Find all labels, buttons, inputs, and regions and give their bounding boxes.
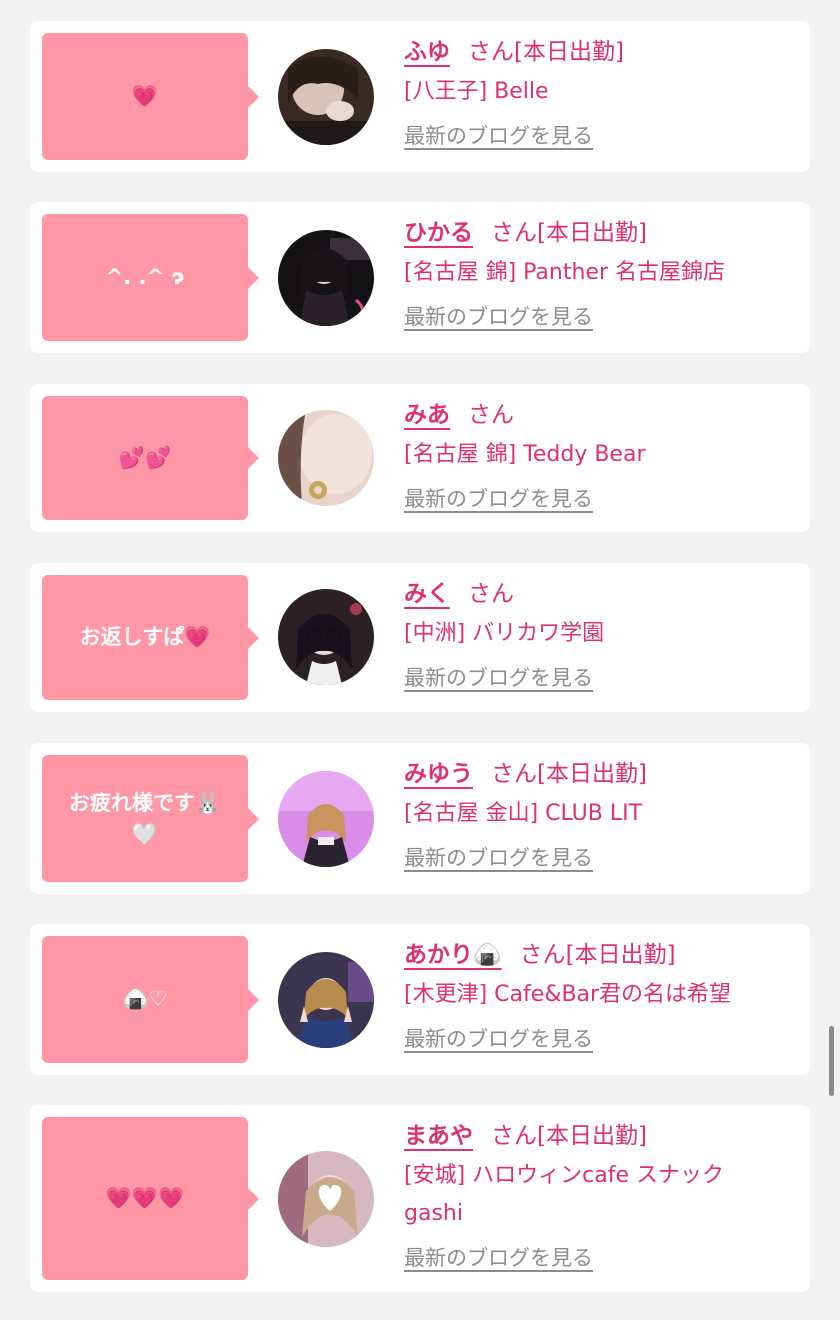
user-name-link[interactable]: あかり🍙 <box>404 942 502 968</box>
message-bubble: お返しすぱ💗 <box>42 575 259 700</box>
latest-blog-link[interactable]: 最新のブログを見る <box>404 298 593 336</box>
name-line: みあ さん <box>404 396 792 434</box>
profile-photo-icon <box>278 230 374 326</box>
list-item: お疲れ様です🐰 🤍 みゆう さん[本日出勤] [名古屋 金山] CLUB LIT … <box>30 743 810 894</box>
name-line: みゆう さん[本日出勤] <box>404 755 792 793</box>
avatar[interactable] <box>278 410 374 506</box>
user-name-link[interactable]: みあ <box>404 402 450 428</box>
blog-user-list: 💗 ふゆ さん[本日出勤] [八王子] Belle 最新のブログを見る ^. .^… <box>0 0 840 1320</box>
list-item: 💗 ふゆ さん[本日出勤] [八王子] Belle 最新のブログを見る <box>30 21 810 172</box>
profile-photo-icon <box>278 771 374 867</box>
user-name-link[interactable]: ふゆ <box>404 39 450 65</box>
message-bubble: 🍙♡ <box>42 936 259 1063</box>
shop-label: [八王子] Belle <box>404 79 549 104</box>
user-suffix: さん <box>468 581 514 607</box>
user-info: みあ さん [名古屋 錦] Teddy Bear 最新のブログを見る <box>404 396 792 518</box>
name-line: ふゆ さん[本日出勤] <box>404 33 792 71</box>
avatar[interactable] <box>278 1151 374 1247</box>
list-item: 💕💕 みあ さん [名古屋 錦] Teddy Bear 最新のブログを見る <box>30 384 810 532</box>
user-name-link[interactable]: まあや <box>404 1123 473 1149</box>
profile-photo-icon <box>278 589 374 685</box>
name-line: まあや さん[本日出勤] <box>404 1117 792 1155</box>
shop-label: [木更津] Cafe&Bar君の名は希望 <box>404 982 732 1007</box>
avatar[interactable] <box>278 589 374 685</box>
list-item: 💗💗💗 まあや さん[本日出勤] [安城] ハロウィンcafe スナックgashi… <box>30 1105 810 1292</box>
user-info: ひかる さん[本日出勤] [名古屋 錦] Panther 名古屋錦店 最新のブログ… <box>404 214 792 336</box>
latest-blog-link[interactable]: 最新のブログを見る <box>404 1239 593 1277</box>
profile-photo-icon <box>278 952 374 1048</box>
name-line: あかり🍙 さん[本日出勤] <box>404 936 792 974</box>
avatar[interactable] <box>278 771 374 867</box>
shop-label: [名古屋 錦] Panther 名古屋錦店 <box>404 260 725 285</box>
latest-blog-link[interactable]: 最新のブログを見る <box>404 117 593 155</box>
profile-photo-icon <box>278 410 374 506</box>
user-suffix: さん[本日出勤] <box>491 1123 647 1149</box>
avatar[interactable] <box>278 49 374 145</box>
user-info: あかり🍙 さん[本日出勤] [木更津] Cafe&Bar君の名は希望 最新のブログ… <box>404 936 792 1058</box>
user-info: まあや さん[本日出勤] [安城] ハロウィンcafe スナックgashi 最新の… <box>404 1117 792 1277</box>
user-name-link[interactable]: みゆう <box>404 761 473 787</box>
latest-blog-link[interactable]: 最新のブログを見る <box>404 839 593 877</box>
name-line: ひかる さん[本日出勤] <box>404 214 792 252</box>
user-suffix: さん[本日出勤] <box>519 942 676 968</box>
message-bubble: 💕💕 <box>42 396 259 520</box>
message-bubble: 💗 <box>42 33 259 160</box>
shop-label: [中洲] バリカワ学園 <box>404 621 605 646</box>
message-bubble: ^. .^ ɂ <box>42 214 259 341</box>
shop-label: [名古屋 金山] CLUB LIT <box>404 801 643 826</box>
shop-label: [安城] ハロウィンcafe スナックgashi <box>404 1163 725 1226</box>
user-info: みゆう さん[本日出勤] [名古屋 金山] CLUB LIT 最新のブログを見る <box>404 755 792 877</box>
profile-photo-icon <box>278 49 374 145</box>
user-info: ふゆ さん[本日出勤] [八王子] Belle 最新のブログを見る <box>404 33 792 155</box>
latest-blog-link[interactable]: 最新のブログを見る <box>404 480 593 518</box>
user-suffix: さん[本日出勤] <box>491 761 647 787</box>
user-name-link[interactable]: みく <box>404 581 450 607</box>
list-item: お返しすぱ💗 みく さん [中洲] バリカワ学園 最新のブログを見る <box>30 563 810 712</box>
latest-blog-link[interactable]: 最新のブログを見る <box>404 659 593 697</box>
list-item: ^. .^ ɂ ひかる さん[本日出勤] [名古屋 錦] Panther 名古屋錦… <box>30 202 810 353</box>
latest-blog-link[interactable]: 最新のブログを見る <box>404 1020 593 1058</box>
name-line: みく さん <box>404 575 792 613</box>
user-info: みく さん [中洲] バリカワ学園 最新のブログを見る <box>404 575 792 697</box>
user-suffix: さん[本日出勤] <box>468 39 624 65</box>
scrollbar[interactable] <box>829 1026 834 1096</box>
user-suffix: さん[本日出勤] <box>491 220 647 246</box>
avatar[interactable] <box>278 230 374 326</box>
profile-photo-icon <box>278 1151 374 1247</box>
user-name-link[interactable]: ひかる <box>404 220 473 246</box>
avatar[interactable] <box>278 952 374 1048</box>
list-item: 🍙♡ あかり🍙 さん[本日出勤] [木更津] Cafe&Bar君の名は希望 最新の… <box>30 924 810 1075</box>
user-suffix: さん <box>468 402 514 428</box>
message-bubble: 💗💗💗 <box>42 1117 259 1280</box>
shop-label: [名古屋 錦] Teddy Bear <box>404 442 646 467</box>
message-bubble: お疲れ様です🐰 🤍 <box>42 755 259 882</box>
